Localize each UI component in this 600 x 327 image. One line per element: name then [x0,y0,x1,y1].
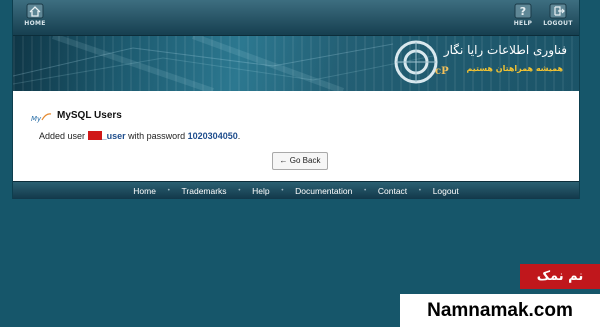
home-icon [26,3,44,19]
page-title: MySQL Users [57,110,122,121]
logout-icon [549,3,567,19]
redacted-username-block [87,131,102,140]
home-button[interactable]: HOME [15,3,55,27]
footer-nav: Home • Trademarks • Help • Documentation • Conta… [13,181,579,199]
top-toolbar: HOME ? HELP LOGOUT [13,0,579,36]
footer-links: Home • Trademarks • Help • Documentation • Conta… [13,182,579,199]
footer-link-home[interactable]: Home [122,186,167,196]
banner-subtitle: همیشه همراهتان هستیم [466,64,563,73]
username-suffix: _user [101,131,126,141]
watermark-persian: نم نمک [520,264,600,289]
message-end: . [237,131,241,141]
footer-link-trademarks[interactable]: Trademarks [171,186,238,196]
footer-link-documentation[interactable]: Documentation [284,186,363,196]
cpanel-window: HOME ? HELP LOGOUT cP فناوری اطلاعات رای… [13,0,579,199]
message-mid: with password [128,131,186,141]
help-label: HELP [513,20,533,27]
logout-button[interactable]: LOGOUT [538,3,578,27]
footer-link-logout[interactable]: Logout [422,186,470,196]
svg-text:My: My [31,115,42,123]
help-icon: ? [514,3,532,19]
svg-text:?: ? [520,5,526,18]
help-button[interactable]: ? HELP [503,3,543,27]
mysql-logo-icon: My [31,113,52,123]
company-logo-icon [394,40,438,84]
banner-title: فناوری اطلاعات رایا نگار [443,43,567,57]
watermark-site: Namnamak.com [400,294,600,327]
logout-label: LOGOUT [543,20,573,27]
status-message: Added user _user with password 102030405… [39,131,240,141]
cpanel-logo-text: cP [435,66,449,77]
password-value: 1020304050 [187,131,238,141]
main-content: My MySQL Users Added user _user with pas… [13,92,579,181]
go-back-button[interactable]: ← Go Back [272,152,328,170]
home-label: HOME [24,20,46,27]
header-banner: cP فناوری اطلاعات رایا نگار همیشه همراهت… [13,36,579,91]
footer-link-contact[interactable]: Contact [367,186,418,196]
footer-link-help[interactable]: Help [241,186,280,196]
message-prefix: Added user [39,131,86,141]
